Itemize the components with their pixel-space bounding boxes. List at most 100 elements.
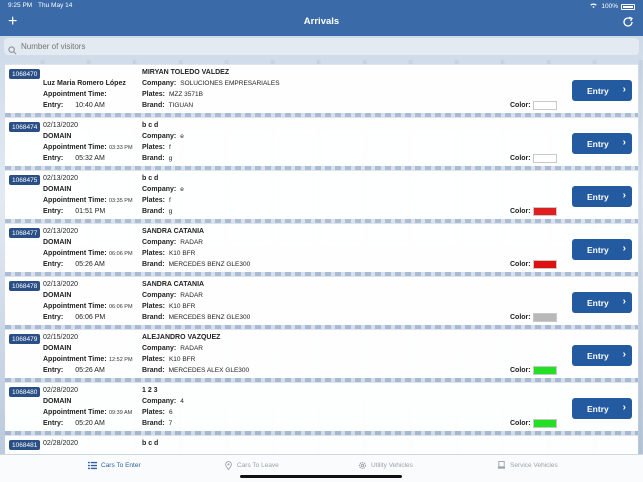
company-row: Company: e	[142, 133, 184, 140]
status-date: Thu May 14	[38, 2, 73, 9]
entry-time-row: Entry: 06:06 PM	[43, 314, 105, 321]
company-label: Company:	[142, 345, 177, 352]
battery-icon	[621, 3, 635, 10]
chevron-right-icon: ›	[622, 137, 626, 148]
brand-label: Brand:	[142, 314, 165, 321]
arrival-card[interactable]: 1068474 02/13/2020 DOMAIN Appointment Time:…	[5, 117, 638, 166]
plates-value: f	[168, 197, 171, 204]
visitor-name: SANDRA CATANIA	[142, 228, 205, 235]
arrival-card[interactable]: 1068478 02/13/2020 DOMAIN Appointment Time:…	[5, 276, 638, 325]
color-label: Color:	[510, 208, 531, 215]
arrival-id-badge: 1068477	[9, 228, 41, 238]
home-indicator	[240, 475, 402, 478]
entry-button-label: Entry	[587, 297, 609, 308]
company-row: Company: RADAR	[142, 292, 203, 299]
entry-time-label: Entry:	[43, 261, 64, 268]
entry-time-value: 10:40 AM	[75, 102, 105, 109]
company-label: Company:	[142, 186, 177, 193]
vehicle-color-swatch	[533, 207, 557, 216]
appointment-time-label: Appointment Time:	[43, 197, 107, 204]
entry-time-row: Entry: 05:20 AM	[43, 420, 105, 427]
wifi-icon	[589, 2, 598, 11]
tab-service-vehicles[interactable]: Service Vehicles	[497, 461, 558, 470]
company-value: 4	[180, 398, 184, 405]
refresh-icon[interactable]	[621, 15, 635, 29]
entry-time-row: Entry: 01:51 PM	[43, 208, 105, 215]
plates-label: Plates:	[142, 303, 165, 310]
color-label: Color:	[510, 420, 531, 427]
entry-time-label: Entry:	[43, 420, 64, 427]
arrival-date: 02/15/2020	[43, 334, 79, 341]
brand-label: Brand:	[142, 155, 165, 162]
tab-cars-to-enter[interactable]: Cars To Enter	[88, 461, 141, 470]
plates-row: Plates: 6	[142, 409, 173, 416]
arrival-card[interactable]: 1068480 02/28/2020 DOMAIN Appointment Time:…	[5, 382, 638, 431]
arrival-card[interactable]: 1068477 02/13/2020 DOMAIN Appointment Time:…	[5, 223, 638, 272]
arrival-card[interactable]: 1068470 Luz Maria Romero López Appointment…	[5, 64, 638, 113]
entry-button[interactable]: Entry ›	[572, 292, 632, 313]
color-label: Color:	[510, 367, 531, 374]
entry-button-label: Entry	[587, 403, 609, 414]
plates-value: K10 BFR	[168, 356, 196, 363]
plates-value: K10 BFR	[168, 303, 196, 310]
appointment-time-label: Appointment Time:	[43, 409, 107, 416]
entry-time-row: Entry: 10:40 AM	[43, 102, 105, 109]
visitor-name: b c d	[142, 440, 159, 447]
vehicle-color-swatch	[533, 154, 557, 163]
entry-button[interactable]: Entry ›	[572, 133, 632, 154]
appointment-time-label: Appointment Time:	[43, 91, 107, 98]
brand-value: 7	[168, 420, 173, 427]
entry-button[interactable]: Entry ›	[572, 398, 632, 419]
entry-button[interactable]: Entry ›	[572, 186, 632, 207]
truck-icon	[497, 461, 506, 470]
brand-label: Brand:	[142, 420, 165, 427]
plates-row: Plates: K10 BFR	[142, 303, 195, 310]
visitor-name: 1 2 3	[142, 387, 158, 394]
arrival-card[interactable]: 1068475 02/13/2020 DOMAIN Appointment Time:…	[5, 170, 638, 219]
arrival-id-badge: 1068480	[9, 387, 41, 397]
appointment-time-label: Appointment Time:	[43, 144, 107, 151]
entry-time-row: Entry: 05:26 AM	[43, 261, 105, 268]
arrivals-list: 1068470 Luz Maria Romero López Appointment…	[0, 64, 643, 454]
color-label: Color:	[510, 155, 531, 162]
vehicle-color-swatch	[533, 313, 557, 322]
visitor-name: SANDRA CATANIA	[142, 281, 205, 288]
entry-time-label: Entry:	[43, 314, 64, 321]
host-name: DOMAIN	[43, 398, 72, 405]
plates-value: K10 BFR	[168, 250, 196, 257]
vehicle-color-swatch	[533, 260, 557, 269]
company-row: Company: e	[142, 186, 184, 193]
chevron-right-icon: ›	[622, 84, 626, 95]
entry-button[interactable]: Entry ›	[572, 80, 632, 101]
brand-label: Brand:	[142, 367, 165, 374]
company-label: Company:	[142, 133, 177, 140]
visitor-name: ALEJANDRO VAZQUEZ	[142, 334, 221, 341]
brand-label: Brand:	[142, 208, 165, 215]
status-indicators: 100%	[589, 2, 635, 11]
entry-time-label: Entry:	[43, 155, 64, 162]
search-input[interactable]	[21, 42, 621, 51]
vehicle-color-swatch	[533, 366, 557, 375]
arrival-card[interactable]: 1068479 02/15/2020 DOMAIN Appointment Time:…	[5, 329, 638, 378]
entry-button[interactable]: Entry ›	[572, 239, 632, 260]
chevron-right-icon: ›	[622, 402, 626, 413]
status-time-date: 9:25 PM Thu May 14	[8, 2, 72, 9]
tab-cars-to-leave[interactable]: Cars To Leave	[224, 461, 279, 471]
brand-row: Brand: 7	[142, 420, 172, 427]
plates-value: MZZ 3571B	[168, 91, 203, 98]
appointment-time-label: Appointment Time:	[43, 356, 107, 363]
host-name: DOMAIN	[43, 292, 72, 299]
arrival-date: 02/28/2020	[43, 440, 79, 447]
tab-label: Utility Vehicles	[371, 462, 413, 469]
color-label: Color:	[510, 314, 531, 321]
tab-utility-vehicles[interactable]: Utility Vehicles	[358, 461, 413, 470]
company-label: Company:	[142, 398, 177, 405]
arrival-card[interactable]: 1068481 02/28/2020 b c d	[5, 435, 638, 454]
brand-value: MERCEDES ALEX GLE300	[168, 367, 250, 374]
company-label: Company:	[142, 292, 177, 299]
company-value: RADAR	[180, 292, 203, 299]
plates-label: Plates:	[142, 250, 165, 257]
host-name: DOMAIN	[43, 186, 72, 193]
entry-button[interactable]: Entry ›	[572, 345, 632, 366]
company-value: RADAR	[180, 345, 203, 352]
